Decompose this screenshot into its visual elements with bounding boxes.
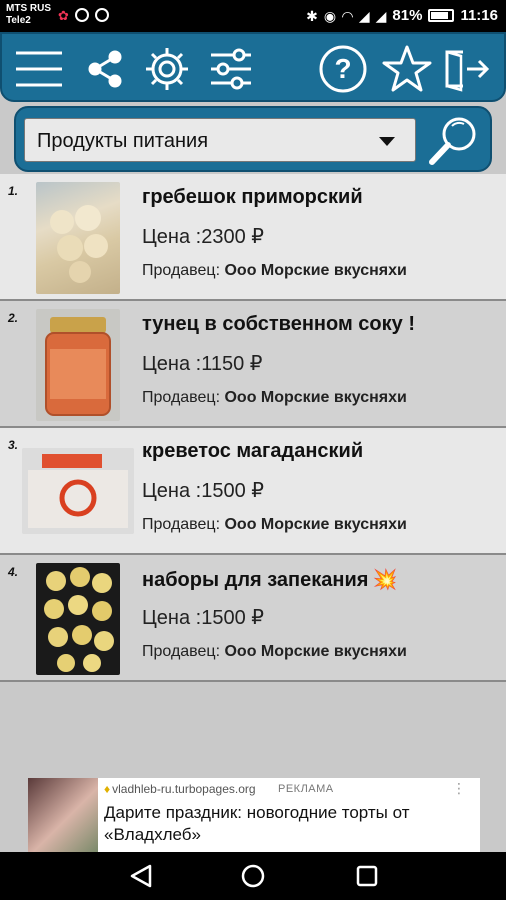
app-toolbar: ? [0,32,506,102]
magnifier-icon [429,117,476,165]
product-image [36,182,120,294]
battery-icon [428,9,455,22]
search-bar: Продукты питания [14,106,492,172]
share-icon [88,50,122,88]
product-image [36,563,120,675]
wifi-icon: ◠ [342,7,353,24]
seller-label: Продавец: [142,643,221,660]
carrier-label: MTS RUS Tele2 [6,3,51,27]
product-image [22,448,134,534]
seller-name: Ооо Морские вкусняхи [224,643,407,660]
item-number: 4. [8,565,19,579]
search-button[interactable] [426,112,482,168]
ad-domain: ♦ vladhleb-ru.turbopages.org [104,782,256,796]
home-icon[interactable] [240,864,266,888]
item-price: Цена :2300 ₽ [142,226,264,248]
signal2-icon: ◢ [375,7,387,24]
eye-icon: ◉ [323,7,337,24]
item-price: Цена :1150 ₽ [142,353,263,375]
bluetooth-icon: ✱ [306,7,318,24]
filter-button[interactable] [206,44,256,94]
carrier-line1: MTS RUS [6,3,51,14]
ad-image [28,778,98,852]
ad-domain-text: vladhleb-ru.turbopages.org [112,782,256,796]
svg-text:?: ? [334,53,351,84]
ad-badge: РЕКЛАМА [278,783,334,795]
notification-icons: ✿ [58,8,109,24]
share-button[interactable] [80,44,130,94]
exit-button[interactable] [442,44,492,94]
item-seller: Продавец: Ооо Морские вкусняхи [142,643,407,661]
category-select[interactable]: Продукты питания [24,118,416,162]
favorites-button[interactable] [382,44,432,94]
list-item[interactable]: 3. креветос магаданский Цена :1500 ₽ Про… [0,428,506,555]
exit-icon [445,50,490,92]
category-value: Продукты питания [37,130,209,152]
list-item[interactable]: 4. наборы для запекания 💥 Цена :1500 ₽ Пр… [0,555,506,682]
item-title: креветос магаданский [142,440,364,462]
seller-label: Продавец: [142,389,221,406]
product-image [36,309,120,421]
status-bar: MTS RUS Tele2 ✿ ✱ ◉ ◠ ◢ ◢ 81% 11:16 [0,0,506,32]
help-icon: ? [319,45,367,93]
seller-label: Продавец: [142,516,221,533]
seller-name: Ооо Морские вкусняхи [224,262,407,279]
item-title: наборы для запекания 💥 [142,567,397,592]
list-item[interactable]: 1. гребешок приморский Цена :2300 ₽ Прод… [0,174,506,301]
filter-sliders-icon [211,48,251,90]
more-vert-icon[interactable]: ⋮ [452,780,466,797]
item-title-text: наборы для запекания [142,569,369,591]
product-list: 1. гребешок приморский Цена :2300 ₽ Прод… [0,174,506,682]
menu-button[interactable] [14,44,64,94]
notification-icon: ✿ [58,8,69,23]
app-notification-icon [94,8,109,22]
chevron-down-icon [379,137,395,146]
ad-source-icon: ♦ [104,782,111,796]
seller-name: Ооо Морские вкусняхи [224,389,407,406]
system-nav-bar [0,852,506,900]
item-price: Цена :1500 ₽ [142,607,264,629]
menu-icon [16,51,62,87]
help-button[interactable]: ? [318,44,368,94]
item-price: Цена :1500 ₽ [142,480,264,502]
item-number: 2. [8,311,19,325]
sync-icon [74,8,89,22]
star-icon [382,45,432,92]
settings-button[interactable] [142,44,192,94]
recents-icon[interactable] [354,864,380,888]
clock: 11:16 [460,7,498,24]
gear-icon [146,48,188,90]
item-number: 3. [8,438,19,452]
battery-percent: 81% [392,7,423,24]
explosion-icon: 💥 [372,569,398,591]
back-icon[interactable] [128,864,154,888]
ad-banner[interactable]: ♦ vladhleb-ru.turbopages.org РЕКЛАМА ⋮ Да… [28,778,480,852]
item-seller: Продавец: Ооо Морские вкусняхи [142,389,407,407]
carrier-line2: Tele2 [6,15,31,26]
ad-text: Дарите праздник: новогодние торты от «Вл… [104,803,410,844]
item-number: 1. [8,184,19,198]
item-title: тунец в собственном соку ! [142,313,415,335]
item-seller: Продавец: Ооо Морские вкусняхи [142,516,407,534]
signal-icon: ◢ [358,7,370,24]
list-item[interactable]: 2. тунец в собственном соку ! Цена :1150… [0,301,506,428]
seller-label: Продавец: [142,262,221,279]
status-right: ✱ ◉ ◠ ◢ ◢ 81% 11:16 [306,7,498,24]
item-title: гребешок приморский [142,186,363,208]
item-seller: Продавец: Ооо Морские вкусняхи [142,262,407,280]
seller-name: Ооо Морские вкусняхи [224,516,407,533]
